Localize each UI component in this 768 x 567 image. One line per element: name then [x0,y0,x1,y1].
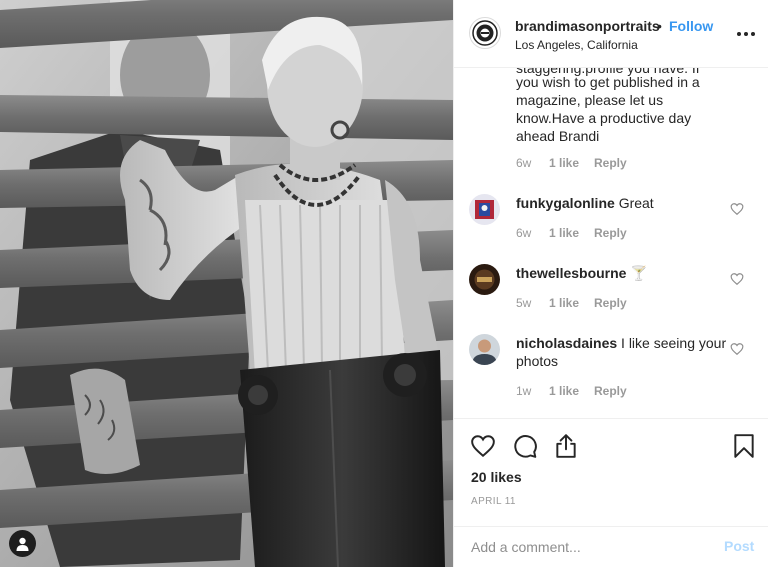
comment-bubble-icon[interactable] [512,433,538,459]
post-header: brandimasonportraits • Follow Los Angele… [454,0,768,68]
comment-reply-button[interactable]: Reply [594,226,627,240]
caption-time[interactable]: 6w [516,156,549,170]
post-side-panel: brandimasonportraits • Follow Los Angele… [453,0,768,567]
comment-username[interactable]: nicholasdaines [516,335,617,351]
caption-reply-button[interactable]: Reply [594,156,627,170]
comment-time[interactable]: 6w [516,226,549,240]
comment-time[interactable]: 1w [516,384,549,398]
avatar-image [469,334,500,365]
ellipsis-icon[interactable] [737,27,755,41]
comment-meta: 6w 1 like Reply [516,226,627,240]
commenter-avatar[interactable] [469,334,500,365]
comment-likes[interactable]: 1 like [549,384,594,398]
comment-time[interactable]: 5w [516,296,549,310]
comment-reply-button[interactable]: Reply [594,384,627,398]
author-avatar[interactable] [469,17,501,49]
caption-meta: 6w 1 like Reply [516,156,627,170]
author-username[interactable]: brandimasonportraits [515,18,660,34]
avatar-image [469,194,500,225]
comment-text: Great [618,195,654,211]
comment-reply-button[interactable]: Reply [594,296,627,310]
heart-icon[interactable] [730,342,744,356]
post-date[interactable]: APRIL 11 [471,496,516,507]
likes-count[interactable]: 20 likes [471,469,522,485]
comment-username[interactable]: funkygalonline [516,195,615,211]
caption-likes[interactable]: 1 like [549,156,594,170]
heart-icon[interactable] [470,433,496,459]
comment-likes[interactable]: 1 like [549,226,594,240]
add-comment-bar: Post [454,526,768,567]
comment-text: 🍸 [630,265,648,281]
commenter-avatar[interactable] [469,194,500,225]
follow-button[interactable]: Follow [669,18,713,34]
post-photo[interactable] [0,0,453,567]
heart-icon[interactable] [730,272,744,286]
comment-body: thewellesbourne 🍸 [516,264,731,282]
header-separator: • [657,18,662,34]
comment-username[interactable]: thewellesbourne [516,265,626,281]
share-icon[interactable] [553,433,579,459]
post-comment-button[interactable]: Post [724,538,754,554]
commenter-avatar[interactable] [469,264,500,295]
person-icon [16,537,29,551]
comments-list[interactable]: staggering.profile you have. If you wish… [454,68,768,418]
comment-body: nicholasdaines I like seeing your photos [516,334,731,370]
bookmark-icon[interactable] [731,433,757,459]
brand-logo-icon [472,20,498,46]
avatar-image [469,264,500,295]
comment-body: funkygalonline Great [516,194,731,212]
comment-meta: 5w 1 like Reply [516,296,627,310]
post-photo-image [0,0,453,567]
post-location[interactable]: Los Angeles, California [515,38,638,52]
comment-likes[interactable]: 1 like [549,296,594,310]
post-actions: 20 likes APRIL 11 [454,418,768,526]
comment-meta: 1w 1 like Reply [516,384,627,398]
heart-icon[interactable] [730,202,744,216]
caption-text: you wish to get published in a magazine,… [516,74,700,144]
tagged-user-button[interactable] [9,530,36,557]
comment-input[interactable] [471,536,711,558]
